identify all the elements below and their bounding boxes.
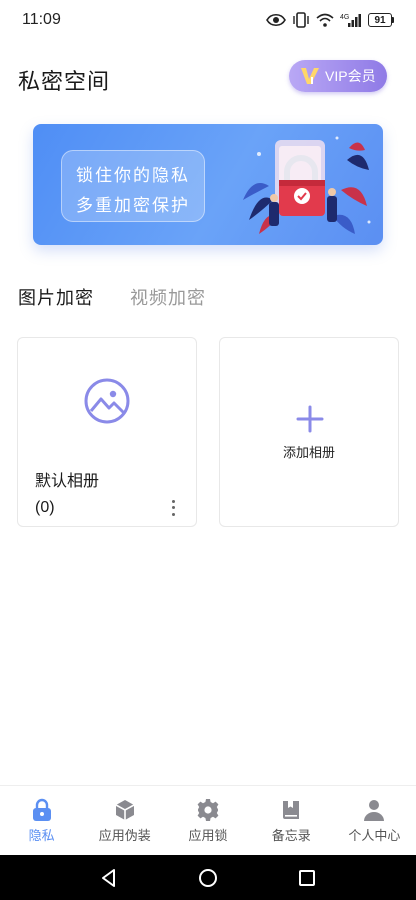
- nav-item-app-disguise[interactable]: 应用伪装: [83, 786, 166, 855]
- media-tabs: 图片加密 视频加密: [18, 284, 206, 314]
- home-icon[interactable]: [197, 867, 219, 889]
- nav-item-privacy[interactable]: 隐私: [0, 786, 83, 855]
- album-name: 默认相册: [35, 471, 100, 490]
- eye-icon: [266, 13, 286, 27]
- battery-icon: 91: [368, 13, 394, 27]
- cube-icon: [115, 800, 135, 820]
- add-album-card[interactable]: 添加相册: [219, 337, 399, 527]
- nav-label-app-lock: 应用锁: [188, 829, 228, 844]
- vip-label: VIP会员: [325, 68, 376, 84]
- system-nav-bar: [0, 855, 416, 900]
- nav-label-privacy: 隐私: [28, 829, 55, 844]
- network-type: 4G: [340, 14, 349, 21]
- add-album-label: 添加相册: [282, 446, 335, 461]
- tab-photo-encryption[interactable]: 图片加密: [18, 284, 94, 314]
- plus-icon: [296, 405, 324, 433]
- signal-icon: 4G: [340, 14, 361, 27]
- page-title: 私密空间: [18, 70, 111, 95]
- vip-logo-icon: [301, 68, 319, 84]
- more-options-icon[interactable]: [168, 498, 178, 518]
- lock-icon: [32, 798, 51, 821]
- banner-line-2: 多重加密保护: [76, 196, 190, 216]
- album-card-default[interactable]: 默认相册 (0): [17, 337, 197, 527]
- banner-line-1: 锁住你的隐私: [76, 166, 190, 186]
- status-bar: 11:09 4G 91: [0, 0, 416, 40]
- nav-item-profile[interactable]: 个人中心: [333, 786, 416, 855]
- recents-icon[interactable]: [296, 867, 318, 889]
- tab-video-encryption[interactable]: 视频加密: [130, 284, 206, 314]
- image-icon: [84, 378, 130, 424]
- album-count: (0): [35, 499, 55, 516]
- person-icon: [364, 800, 385, 821]
- banner-textbox: 锁住你的隐私 多重加密保护: [61, 150, 205, 222]
- nav-label-memo: 备忘录: [271, 829, 311, 844]
- nav-item-app-lock[interactable]: 应用锁: [166, 786, 249, 855]
- vibrate-icon: [293, 12, 309, 28]
- status-icons: 4G 91: [266, 12, 394, 28]
- battery-level: 91: [368, 13, 392, 27]
- nav-item-memo[interactable]: 备忘录: [250, 786, 333, 855]
- vip-button[interactable]: VIP会员: [289, 60, 387, 92]
- nav-label-app-disguise: 应用伪装: [98, 829, 151, 844]
- gear-icon: [197, 799, 219, 821]
- bottom-nav: 隐私 应用伪装 应用锁 备忘录 个人中心: [0, 785, 416, 855]
- header: 私密空间 VIP会员: [0, 56, 416, 100]
- notebook-icon: [283, 801, 300, 819]
- status-time: 11:09: [22, 11, 61, 28]
- promo-banner[interactable]: 锁住你的隐私 多重加密保护: [33, 124, 383, 245]
- back-icon[interactable]: [98, 867, 120, 889]
- nav-label-profile: 个人中心: [348, 829, 401, 844]
- wifi-icon: [316, 13, 334, 27]
- lock-illustration: [243, 136, 371, 234]
